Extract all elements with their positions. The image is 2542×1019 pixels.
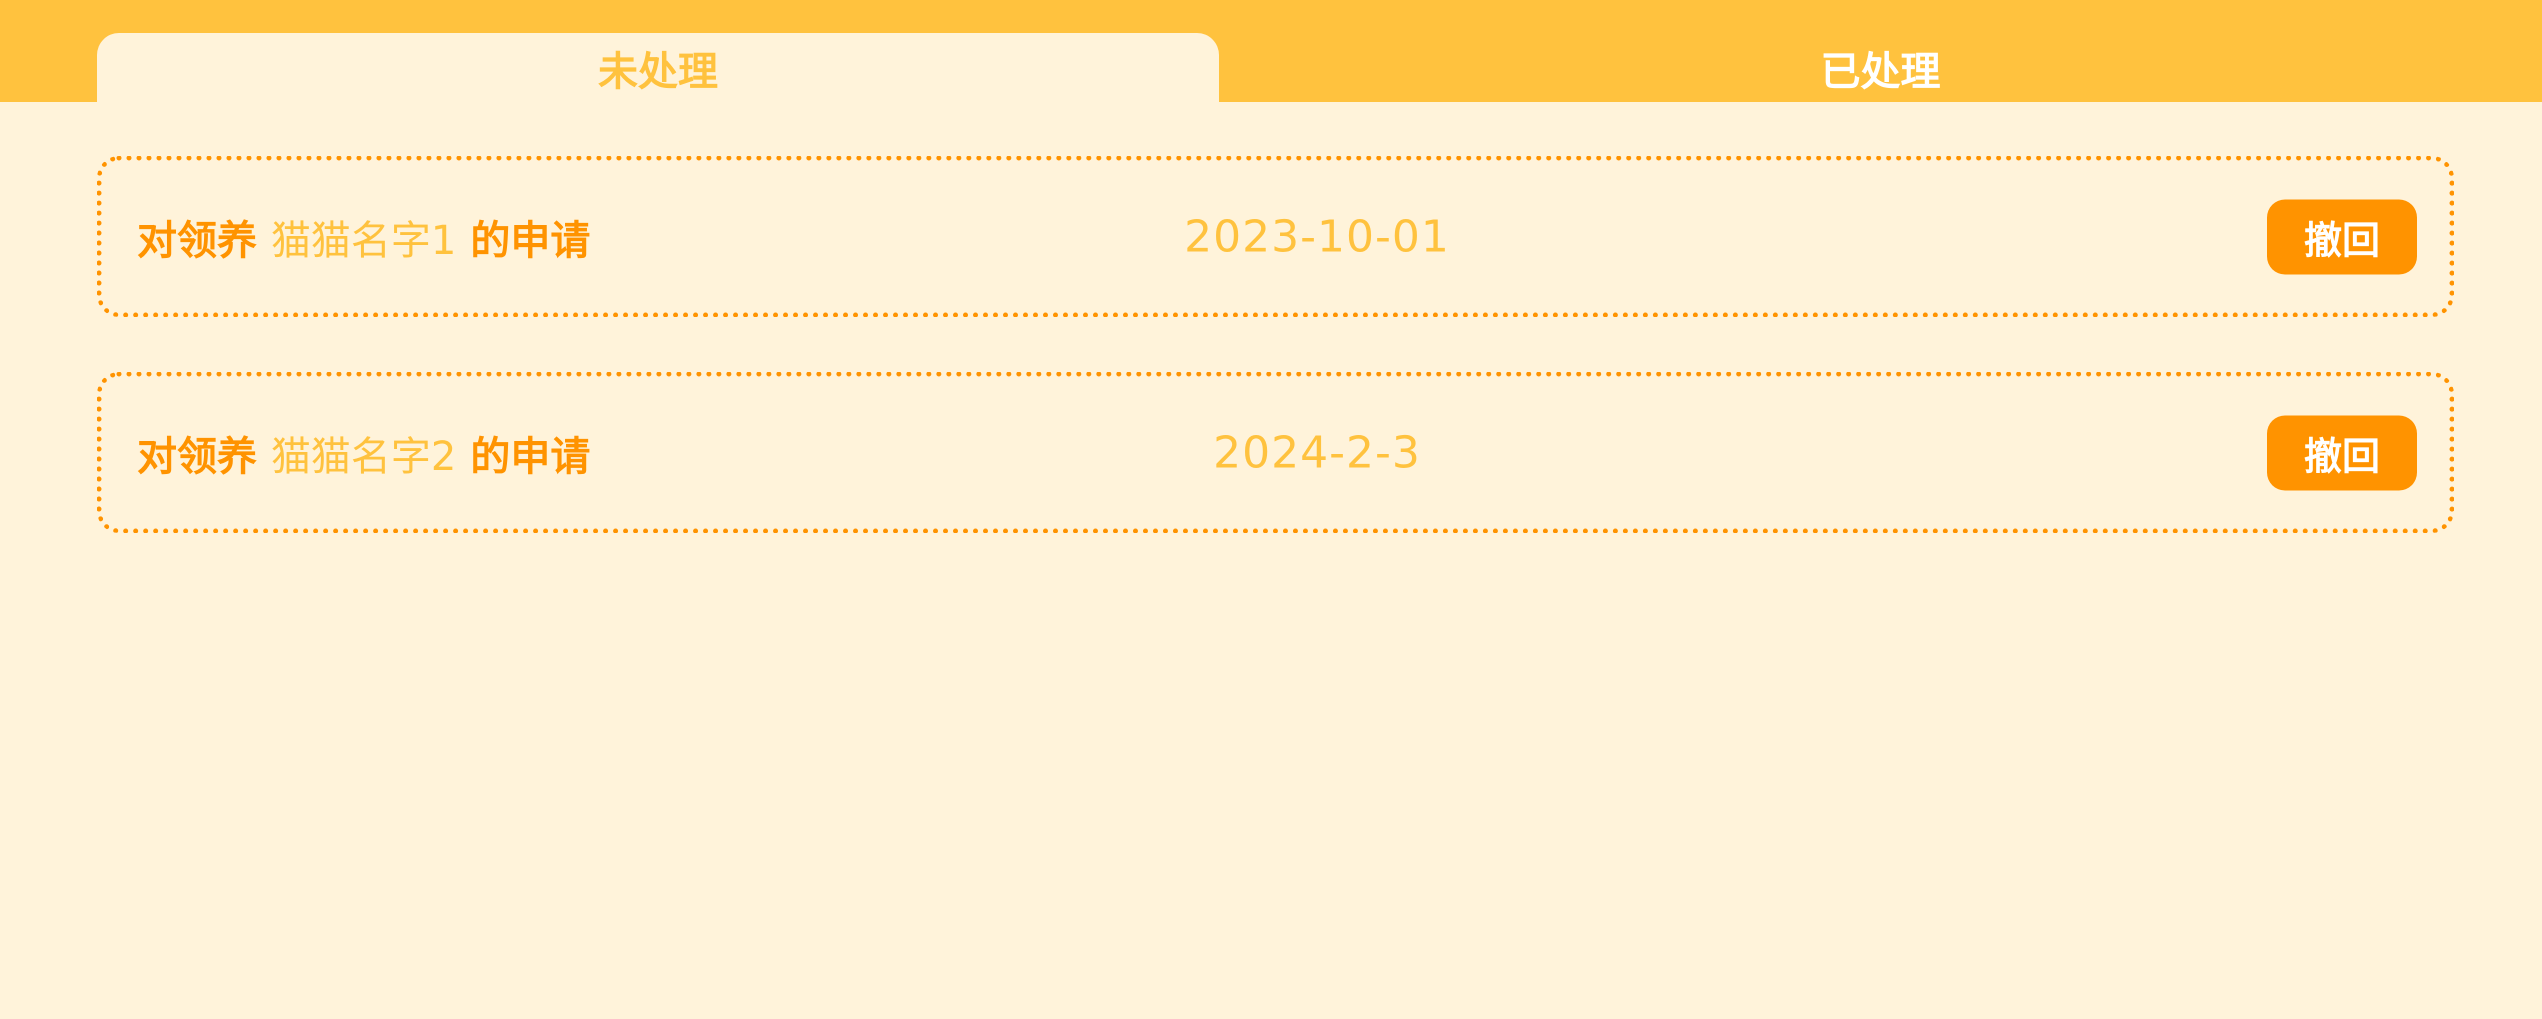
application-date: 2024-2-3 <box>1213 427 1421 478</box>
tab-pending[interactable]: 未处理 <box>97 33 1219 102</box>
tab-pending-label: 未处理 <box>598 48 718 95</box>
application-list: 对领养 猫猫名字1 的申请 2023-10-01 撤回 对领养 猫猫名字2 的申… <box>97 156 2454 588</box>
application-suffix: 的申请 <box>470 433 591 480</box>
application-prefix: 对领养 <box>137 433 257 480</box>
application-suffix: 的申请 <box>470 217 591 264</box>
application-description: 对领养 猫猫名字1 的申请 <box>137 208 590 266</box>
withdraw-button[interactable]: 撤回 <box>2267 415 2417 490</box>
tab-processed[interactable]: 已处理 <box>1219 33 2542 102</box>
application-description: 对领养 猫猫名字2 的申请 <box>137 424 590 482</box>
cat-name: 猫猫名字2 <box>270 433 457 480</box>
application-card: 对领养 猫猫名字1 的申请 2023-10-01 撤回 <box>97 156 2454 317</box>
application-date: 2023-10-01 <box>1184 211 1450 262</box>
application-prefix: 对领养 <box>137 217 257 264</box>
application-card: 对领养 猫猫名字2 的申请 2024-2-3 撤回 <box>97 372 2454 533</box>
tab-bar: 未处理 已处理 <box>0 0 2542 102</box>
withdraw-button[interactable]: 撤回 <box>2267 199 2417 274</box>
tab-processed-label: 已处理 <box>1820 48 1941 95</box>
cat-name: 猫猫名字1 <box>270 217 457 264</box>
